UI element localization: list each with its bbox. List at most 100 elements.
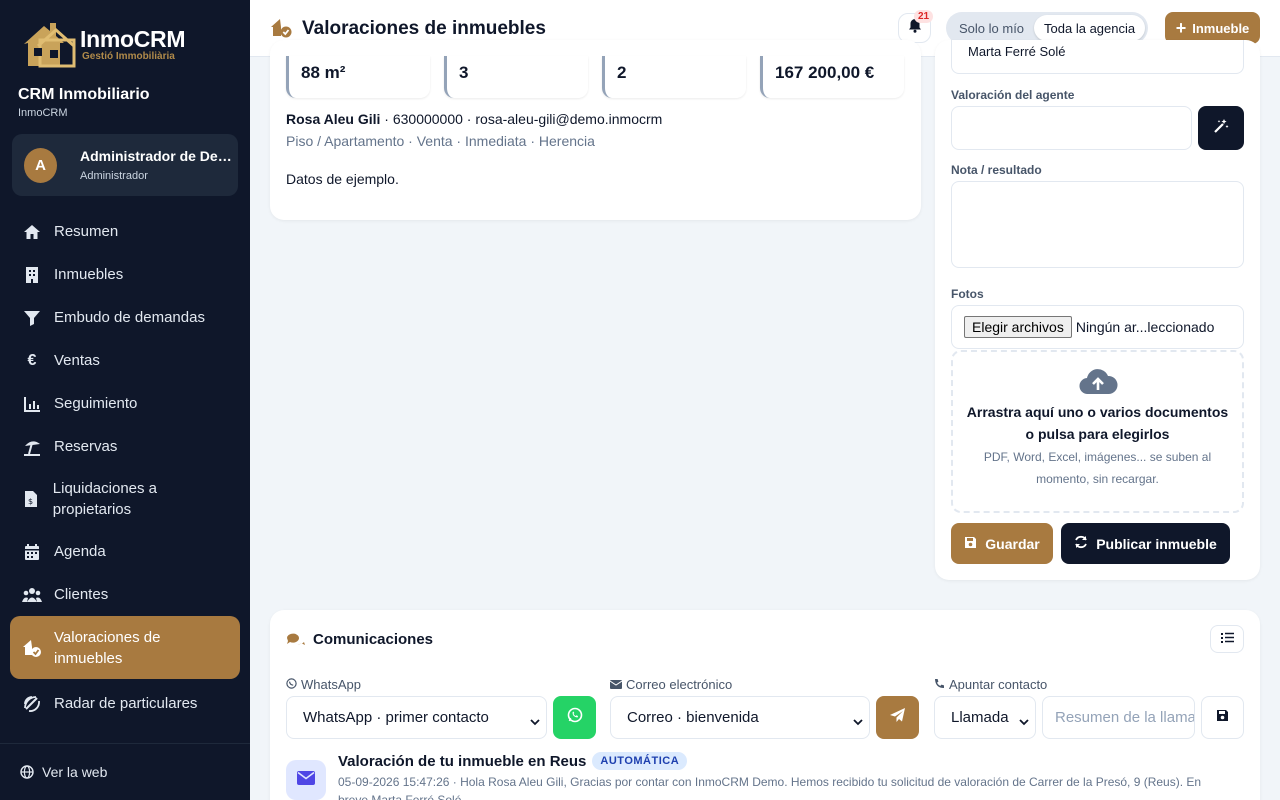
photos-label: Fotos [951, 287, 984, 301]
sidebar-item-clientes[interactable]: Clientes [10, 573, 240, 616]
sidebar-item-label: Resumen [54, 223, 119, 240]
agent-valuation-input[interactable] [951, 106, 1192, 150]
message-title: Valoración de tu inmueble en Reus [338, 752, 587, 770]
sidebar-item-embudo[interactable]: Embudo de demandas [10, 296, 240, 339]
euro-icon: € [27, 351, 37, 369]
comments-icon [286, 632, 306, 653]
sidebar-item-resumen[interactable]: Resumen [10, 210, 240, 253]
auto-valuation-button[interactable] [1198, 106, 1244, 150]
message-body: 05-09-2026 15:47:26 · Hola Rosa Aleu Gil… [338, 775, 1202, 800]
contact-name: Rosa Aleu Gili [286, 111, 381, 127]
agent-valuation-label: Valoración del agente [951, 88, 1075, 102]
history-list-button[interactable] [1210, 625, 1244, 653]
sidebar-item-label: Embudo de demandas [54, 309, 205, 326]
sidebar: InmoCRM Gestió Immobiliària CRM Inmobili… [0, 0, 250, 800]
globe-icon [20, 762, 34, 782]
stat-area: 88 m² [286, 56, 430, 98]
stat-baths: 2 [602, 56, 746, 98]
magic-wand-icon [1213, 118, 1229, 139]
call-summary-input[interactable]: Resumen de la llamada [1042, 696, 1195, 739]
send-whatsapp-button[interactable] [553, 696, 596, 739]
floppy-icon [964, 536, 977, 552]
calendar-icon [22, 542, 42, 562]
upload-dropzone[interactable]: Arrastra aquí uno o varios documentos o … [951, 350, 1244, 513]
save-contact-button[interactable] [1201, 696, 1244, 739]
log-contact-section-label: Apuntar contacto [934, 677, 1047, 692]
brand-tagline: Gestió Immobiliària [82, 50, 175, 62]
publish-property-button[interactable]: Publicar inmueble [1061, 523, 1230, 564]
sidebar-item-valoraciones[interactable]: Valoraciones de inmuebles [10, 616, 240, 679]
sidebar-item-reservas[interactable]: Reservas [10, 425, 240, 468]
stat-rooms: 3 [444, 56, 588, 98]
view-website-label: Ver la web [42, 764, 108, 780]
communications-title: Comunicaciones [313, 631, 434, 648]
message-title-row[interactable]: Valoración de tu inmueble en Reus AUTOMÁ… [338, 752, 688, 770]
sidebar-item-label: Radar de particulares [54, 695, 198, 712]
property-note: Datos de ejemplo. [286, 171, 399, 187]
contact-email[interactable]: rosa-aleu-gili@demo.inmocrm [475, 111, 662, 127]
new-property-label: Inmueble [1192, 20, 1250, 36]
save-button[interactable]: Guardar [951, 523, 1053, 564]
file-status: Ningún ar...leccionado [1075, 319, 1215, 335]
publish-label: Publicar inmueble [1096, 535, 1217, 552]
sync-icon [1074, 535, 1088, 552]
whatsapp-template-value: WhatsApp · primer contacto [303, 709, 489, 726]
contact-type-select[interactable]: Llamada [934, 696, 1036, 739]
radar-icon [22, 694, 42, 714]
floppy-icon [1216, 709, 1229, 727]
contact-phone[interactable]: 630000000 [393, 111, 463, 127]
page-title: Valoraciones de inmuebles [302, 18, 546, 39]
crm-subtitle: InmoCRM [18, 107, 68, 119]
note-textarea[interactable] [951, 181, 1244, 268]
whatsapp-outline-icon [286, 677, 297, 692]
list-icon [1220, 630, 1234, 648]
sidebar-item-label: Valoraciones de inmuebles [54, 628, 161, 667]
whatsapp-template-select[interactable]: WhatsApp · primer contacto [286, 696, 547, 739]
plus-icon: + [1175, 18, 1187, 38]
view-website-link[interactable]: Ver la web [0, 743, 250, 800]
contact-line: Rosa Aleu Gili · 630000000 · rosa-aleu-g… [286, 111, 663, 127]
sidebar-item-ventas[interactable]: € Ventas [10, 339, 240, 382]
user-name: Administrador de Demo [80, 148, 238, 164]
filter-icon [22, 308, 42, 328]
user-card[interactable]: A Administrador de Demo Administrador [12, 134, 238, 196]
property-meta: Piso / Apartamento · Venta · Inmediata ·… [286, 133, 595, 149]
brand-logo[interactable]: InmoCRM Gestió Immobiliària [20, 18, 186, 70]
scope-agency-option[interactable]: Toda la agencia [1034, 15, 1146, 41]
sidebar-item-liquidaciones[interactable]: $ Liquidaciones a propietarios [10, 472, 240, 526]
sidebar-item-label: Liquidaciones a propietarios [52, 480, 158, 518]
photos-file-input[interactable]: Elegir archivos Ningún ar...leccionado [951, 305, 1244, 349]
chevron-down-icon [1019, 713, 1029, 730]
sidebar-item-label: Ventas [54, 352, 100, 369]
email-section-label: Correo electrónico [609, 677, 732, 692]
sidebar-item-label: Clientes [54, 586, 109, 603]
sidebar-item-agenda[interactable]: Agenda [10, 530, 240, 573]
phone-icon [934, 677, 945, 692]
email-template-select[interactable]: Correo · bienvenida [610, 696, 870, 739]
building-icon [22, 265, 42, 285]
scope-mine-option[interactable]: Solo lo mío [949, 15, 1034, 41]
dropzone-title: Arrastra aquí uno o varios documentos o … [966, 404, 1229, 442]
avatar: A [24, 147, 57, 183]
assigned-agent-field[interactable]: Marta Ferré Solé [951, 40, 1244, 74]
dropzone-subtitle: PDF, Word, Excel, imágenes... se suben a… [983, 450, 1212, 486]
stat-area-value: 88 m² [301, 63, 346, 82]
whatsapp-section-label: WhatsApp [286, 677, 361, 692]
sidebar-item-label: Reservas [54, 438, 118, 455]
send-email-button[interactable] [876, 696, 919, 739]
sidebar-item-seguimiento[interactable]: Seguimiento [10, 382, 240, 425]
choose-files-button[interactable]: Elegir archivos [964, 316, 1072, 338]
sidebar-item-label: Agenda [54, 543, 106, 560]
sidebar-item-label: Inmuebles [54, 266, 124, 283]
svg-text:$: $ [28, 497, 33, 506]
chevron-down-icon [530, 713, 540, 730]
notifications-badge: 21 [914, 10, 934, 23]
sidebar-item-label: Seguimiento [54, 395, 138, 412]
call-summary-placeholder: Resumen de la llamada [1055, 709, 1195, 726]
crm-title: CRM Inmobiliario [18, 86, 150, 103]
chart-icon [22, 394, 42, 414]
envelope-small-icon [609, 677, 623, 692]
sidebar-item-radar[interactable]: Radar de particulares [10, 682, 240, 725]
sidebar-item-inmuebles[interactable]: Inmuebles [10, 253, 240, 296]
automatic-badge: AUTOMÁTICA [592, 752, 688, 770]
